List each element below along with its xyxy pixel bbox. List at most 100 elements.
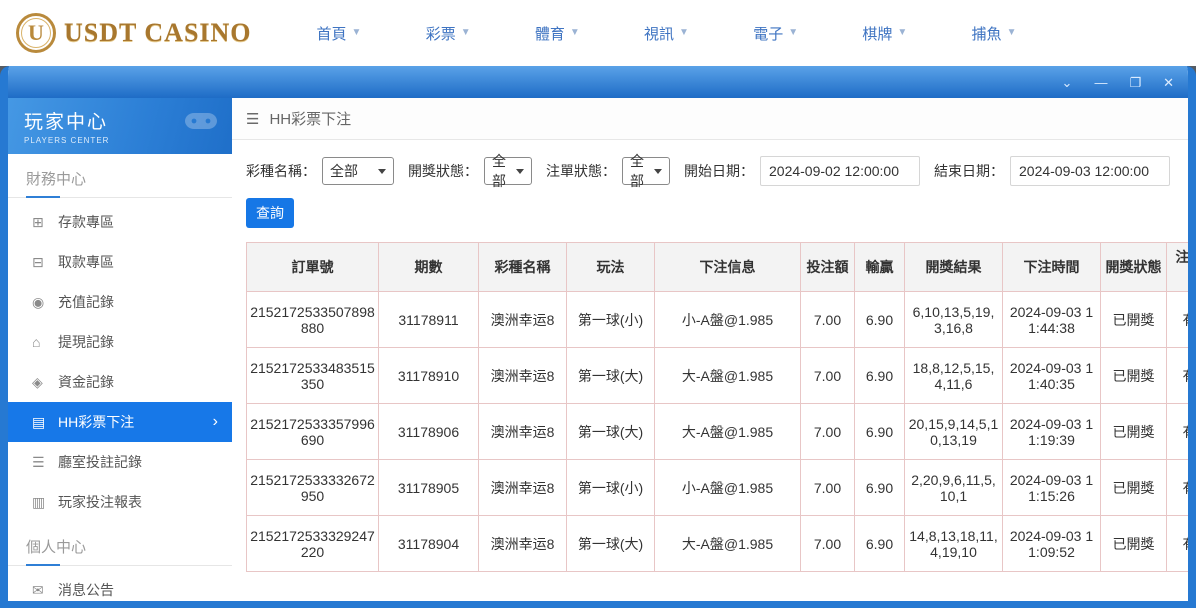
sidebar-item-funds-record[interactable]: ◈資金記錄 — [8, 362, 232, 402]
sidebar-item-withdraw[interactable]: ⊟取款專區 — [8, 242, 232, 282]
window-backdrop: ⌄ — ❐ ✕ 玩家中心 PLAYERS CENTER 財務 — [0, 66, 1196, 608]
nav-item-5[interactable]: 棋牌 ▼ — [862, 23, 907, 44]
deposit-icon: ⊞ — [32, 214, 58, 231]
sidebar-item-lottery-bets[interactable]: ▤HH彩票下注 › — [8, 402, 232, 442]
gamepad-icon — [184, 108, 218, 137]
chevron-right-icon: › — [213, 413, 218, 431]
draw-status-label: 開獎狀態： — [408, 161, 478, 181]
table-cell: 有效 — [1167, 460, 1189, 516]
table-cell: 2152172533329247220 — [247, 516, 379, 572]
draw-status-value: 全部 — [492, 151, 506, 191]
nav-item-6[interactable]: 捕魚▼ — [972, 23, 1017, 44]
sidebar-section-title: 財務中心 — [8, 154, 232, 197]
table-cell: 6.90 — [855, 292, 905, 348]
sidebar: 玩家中心 PLAYERS CENTER 財務中心 ⊞存款專區⊟取款專區◉充值記錄⌂… — [8, 98, 232, 601]
table-header-cell: 下注信息 — [655, 243, 801, 292]
table-cell: 已開獎 — [1101, 348, 1167, 404]
table-cell: 6.90 — [855, 460, 905, 516]
table-cell: 已開獎 — [1101, 404, 1167, 460]
table-cell: 2152172533332672950 — [247, 460, 379, 516]
lottery-name-label: 彩種名稱： — [246, 161, 316, 181]
table-cell: 大-A盤@1.985 — [655, 404, 801, 460]
sidebar-sections: 財務中心⊞存款專區⊟取款專區◉充值記錄⌂提現記錄◈資金記錄▤HH彩票下注›☰廳室… — [8, 154, 232, 601]
menu-toggle-icon[interactable]: ☰ — [246, 110, 259, 128]
window-collapse-button[interactable]: ⌄ — [1062, 76, 1073, 89]
chevron-down-icon: ▼ — [897, 27, 907, 38]
table-cell: 已開獎 — [1101, 292, 1167, 348]
table-cell: 18,8,12,5,15,4,11,6 — [905, 348, 1003, 404]
table-cell: 2,20,9,6,11,5,10,1 — [905, 460, 1003, 516]
table-cell: 31178904 — [379, 516, 479, 572]
table-cell: 7.00 — [801, 404, 855, 460]
table-cell: 31178905 — [379, 460, 479, 516]
table-header-row: 訂單號期數彩種名稱玩法下注信息投注額輸贏開獎結果下注時間開獎狀態注單狀態 — [247, 243, 1189, 292]
table-cell: 有效 — [1167, 516, 1189, 572]
window-maximize-button[interactable]: ❐ — [1129, 76, 1141, 89]
nav-item-1[interactable]: 彩票▼ — [426, 23, 471, 44]
table-header-cell: 訂單號 — [247, 243, 379, 292]
usdt-logo-icon: U — [16, 13, 56, 53]
sidebar-item-label: 資金記錄 — [58, 372, 114, 392]
table-cell: 澳洲幸运8 — [479, 516, 567, 572]
draw-status-select[interactable]: 全部 — [484, 157, 532, 185]
sidebar-item-hall-bet-record[interactable]: ☰廳室投註記錄 — [8, 442, 232, 482]
table-cell: 2024-09-03 11:40:35 — [1003, 348, 1101, 404]
table-cell: 6.90 — [855, 348, 905, 404]
site-logo[interactable]: U USDT CASINO — [16, 13, 252, 53]
table-cell: 7.00 — [801, 460, 855, 516]
table-cell: 6.90 — [855, 404, 905, 460]
nav-item-label: 棋牌 — [862, 23, 892, 44]
sidebar-item-player-report[interactable]: ▥玩家投注報表 — [8, 482, 232, 522]
sidebar-header: 玩家中心 PLAYERS CENTER — [8, 98, 232, 154]
nav-item-label: 視訊 — [644, 23, 674, 44]
table-cell: 第一球(小) — [567, 292, 655, 348]
recharge-record-icon: ◉ — [32, 294, 58, 311]
chevron-down-icon: ▼ — [570, 27, 580, 38]
search-button[interactable]: 查詢 — [246, 198, 294, 228]
sidebar-item-label: 提現記錄 — [58, 332, 114, 352]
table-header-cell: 開獎結果 — [905, 243, 1003, 292]
funds-record-icon: ◈ — [32, 374, 58, 391]
sidebar-item-label: HH彩票下注 — [58, 412, 134, 432]
nav-item-4[interactable]: 電子▼ — [753, 23, 798, 44]
table-cell: 第一球(小) — [567, 460, 655, 516]
table-cell: 澳洲幸运8 — [479, 292, 567, 348]
table-cell: 6.90 — [855, 516, 905, 572]
nav-item-2[interactable]: 體育▼ — [535, 23, 580, 44]
nav-item-label: 首頁 — [317, 23, 347, 44]
main-area: ☰ HH彩票下注 彩種名稱： 全部 開獎狀態： 全部 — [232, 98, 1188, 601]
sidebar-item-message-notice[interactable]: ✉消息公告 — [8, 570, 232, 601]
chevron-down-icon: ▼ — [788, 27, 798, 38]
nav-item-3[interactable]: 視訊▼ — [644, 23, 689, 44]
table-header-cell: 輸贏 — [855, 243, 905, 292]
nav-item-0[interactable]: 首頁▼ — [317, 23, 362, 44]
lottery-name-select[interactable]: 全部 — [322, 157, 394, 185]
table-cell: 7.00 — [801, 292, 855, 348]
sidebar-item-cashout-record[interactable]: ⌂提現記錄 — [8, 322, 232, 362]
table-cell: 2024-09-03 11:09:52 — [1003, 516, 1101, 572]
table-cell: 澳洲幸运8 — [479, 404, 567, 460]
table-cell: 第一球(大) — [567, 348, 655, 404]
sidebar-item-label: 消息公告 — [58, 580, 114, 600]
table-cell: 第一球(大) — [567, 404, 655, 460]
sidebar-item-label: 玩家投注報表 — [58, 492, 142, 512]
sidebar-item-label: 取款專區 — [58, 252, 114, 272]
start-date-input[interactable] — [760, 156, 920, 186]
table-cell: 2024-09-03 11:15:26 — [1003, 460, 1101, 516]
table-cell: 2152172533483515350 — [247, 348, 379, 404]
message-notice-icon: ✉ — [32, 582, 58, 599]
table-cell: 31178906 — [379, 404, 479, 460]
order-status-select[interactable]: 全部 — [622, 157, 670, 185]
chevron-down-icon: ▼ — [1007, 27, 1017, 38]
lottery-bets-icon: ▤ — [32, 414, 58, 431]
end-date-input[interactable] — [1010, 156, 1170, 186]
table-cell: 已開獎 — [1101, 516, 1167, 572]
sidebar-item-recharge-record[interactable]: ◉充值記錄 — [8, 282, 232, 322]
table-cell: 澳洲幸运8 — [479, 460, 567, 516]
table-cell: 7.00 — [801, 516, 855, 572]
lottery-name-value: 全部 — [330, 161, 358, 181]
table-header-cell: 彩種名稱 — [479, 243, 567, 292]
window-close-button[interactable]: ✕ — [1163, 76, 1174, 89]
window-minimize-button[interactable]: — — [1094, 76, 1107, 89]
sidebar-item-deposit[interactable]: ⊞存款專區 — [8, 202, 232, 242]
